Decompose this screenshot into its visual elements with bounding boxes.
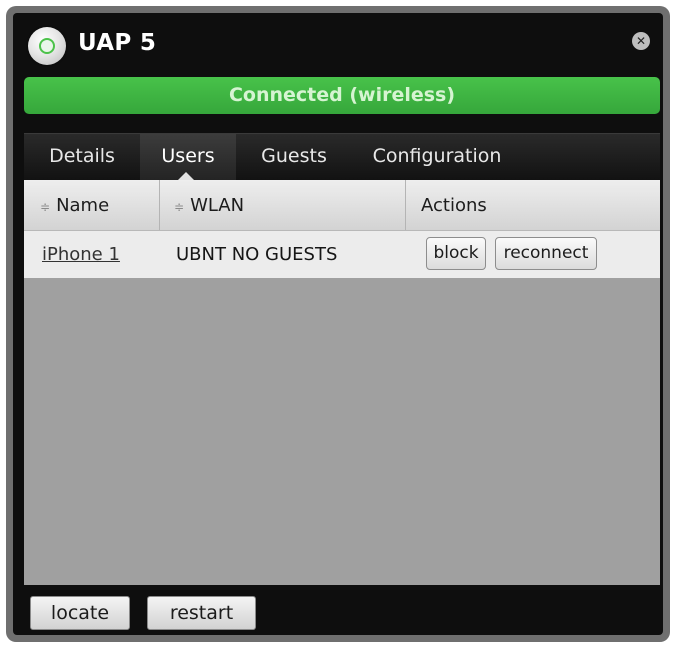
user-wlan: UBNT NO GUESTS [176,244,338,265]
table-row: iPhone 1 UBNT NO GUESTS block reconnect [24,231,660,278]
table-header: ≑ Name ≑ WLAN Actions [24,180,660,231]
user-name-link[interactable]: iPhone 1 [42,231,120,278]
status-badge: Connected (wireless) [24,77,660,114]
column-header-actions: Actions [421,195,487,216]
close-icon[interactable]: ✕ [632,32,650,50]
column-header-wlan[interactable]: ≑ WLAN [174,180,244,230]
column-header-name[interactable]: ≑ Name [40,180,109,230]
tab-configuration[interactable]: Configuration [354,134,520,180]
sort-icon: ≑ [174,200,185,214]
block-button[interactable]: block [426,237,486,270]
tab-bar: Details Users Guests Configuration [24,133,660,180]
column-divider [159,180,160,230]
active-tab-indicator [178,172,194,180]
column-divider [405,180,406,230]
locate-button[interactable]: locate [30,596,130,630]
users-table-area: ≑ Name ≑ WLAN Actions iPhone 1 UBNT NO GUE… [24,180,660,585]
tab-details[interactable]: Details [30,134,134,180]
window-title: UAP 5 [78,30,157,56]
tab-guests[interactable]: Guests [242,134,346,180]
restart-button[interactable]: restart [147,596,256,630]
sort-icon: ≑ [40,200,51,214]
reconnect-button[interactable]: reconnect [495,237,597,270]
device-logo-icon [28,27,66,65]
